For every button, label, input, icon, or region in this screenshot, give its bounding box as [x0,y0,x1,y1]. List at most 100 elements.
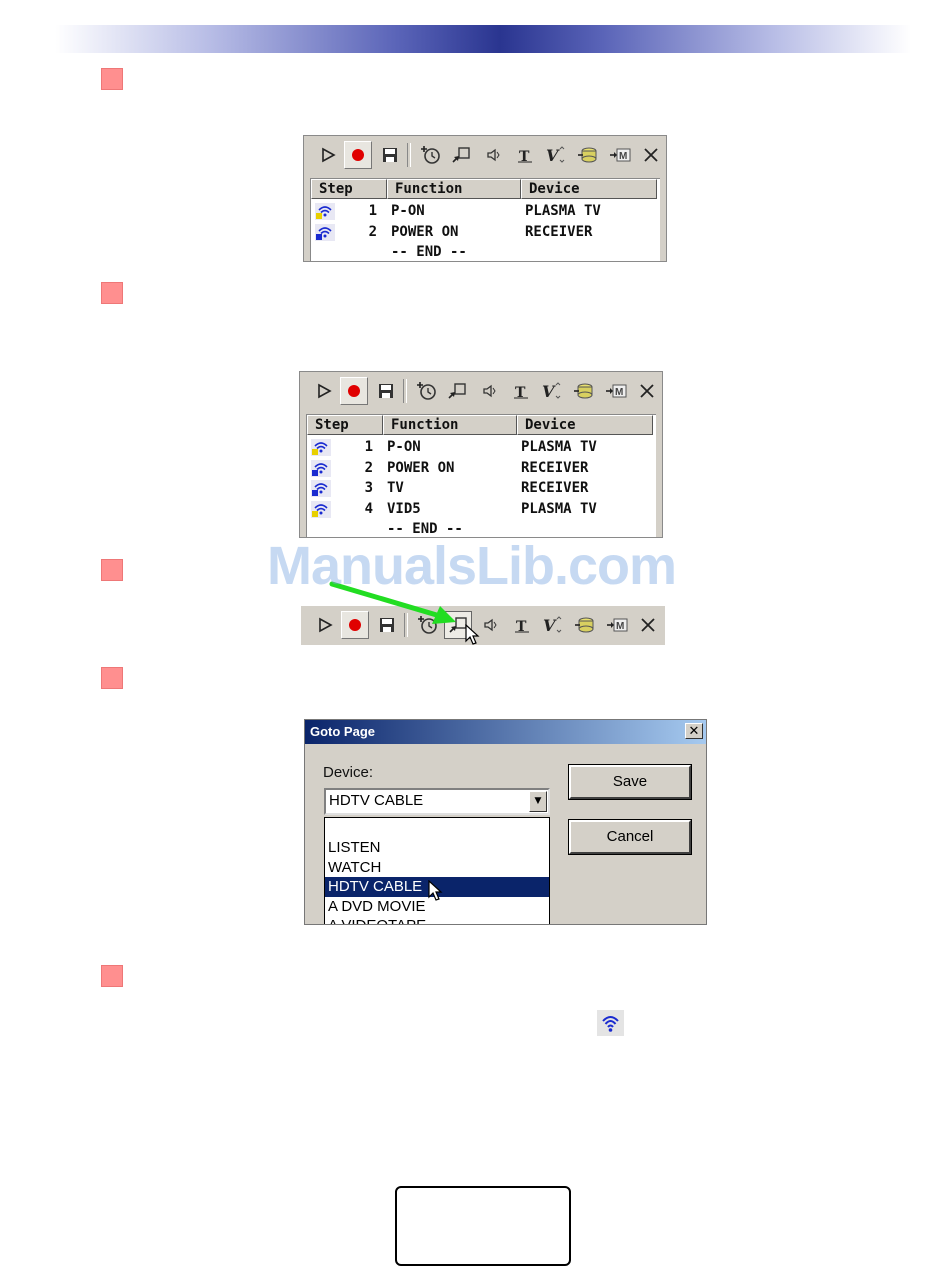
delete-icon[interactable] [637,141,665,169]
svg-text:M: M [616,621,624,632]
svg-text:T: T [515,385,526,399]
table-row[interactable]: 2 POWER ON RECEIVER [307,458,656,478]
table-row[interactable]: 1 P-ON PLASMA TV [311,201,660,221]
delete-icon[interactable] [634,611,662,639]
database-icon[interactable] [574,141,602,169]
database-icon[interactable] [570,377,598,405]
cancel-button[interactable]: Cancel [568,819,692,855]
device-name: RECEIVER [525,223,593,240]
function-name: P-ON [387,439,421,455]
goto-page-icon[interactable] [447,141,475,169]
macro-editor-panel: TV M Step Function Device 1 P-ON PLASMA TV 2… [303,135,667,262]
mouse-cursor-icon [428,880,443,901]
macro-step-list: Step Function Device 1 P-ON PLASMA TV 2 POWE… [310,178,660,261]
record-icon[interactable] [344,141,372,169]
device-name: PLASMA TV [521,439,597,455]
step-number: 2 [364,459,373,476]
macro-step-list: Step Function Device 1 P-ON PLASMA TV 2 POWE… [306,414,656,537]
toolbar-separator [407,143,411,167]
table-row[interactable]: 3 TV RECEIVER [307,478,656,498]
play-icon[interactable] [314,141,342,169]
function-name: TV [387,480,404,496]
ir-signal-icon [597,1010,624,1036]
macro-toolbar: TV M [304,136,666,172]
volume-icon[interactable]: V [542,141,570,169]
dropdown-option[interactable]: LISTEN [325,838,549,858]
mute-icon[interactable] [476,611,504,639]
device-name: PLASMA TV [521,500,597,517]
ir-signal-icon [311,480,331,497]
page-number-box [395,1186,571,1266]
goto-page-icon[interactable] [443,377,471,405]
macro-toolbar: TVM [300,372,662,408]
device-name: RECEIVER [521,459,589,476]
text-icon[interactable]: T [508,611,536,639]
function-name: POWER ON [387,459,455,476]
ir-signal-icon [311,439,331,456]
svg-text:V: V [542,382,556,400]
add-timer-icon[interactable] [412,377,440,405]
device-dropdown-list: LISTENWATCHHDTV CABLEA DVD MOVIEA VIDEOT… [324,817,550,924]
svg-text:T: T [519,149,530,163]
add-timer-icon[interactable] [416,141,444,169]
header-band [55,25,911,53]
goto-page-dialog: Goto Page ✕ Device: HDTV CABLE ▼ LISTEN W… [304,719,707,925]
table-row[interactable]: 4 VID5 PLASMA TV [307,499,656,519]
delete-icon[interactable] [633,377,661,405]
step-number: 2 [368,223,377,240]
device-name: RECEIVER [521,480,589,496]
device-select-value: HDTV CABLE [329,792,424,809]
mute-icon[interactable] [475,377,503,405]
database-icon[interactable] [571,611,599,639]
column-device[interactable]: Device [521,179,657,199]
device-name: PLASMA TV [525,203,601,219]
watermark: ManualsLib.com [267,536,677,596]
macro-icon[interactable]: M [603,611,631,639]
column-step[interactable]: Step [311,179,387,199]
svg-text:M: M [619,151,627,162]
dropdown-option[interactable]: A VIDEOTAPE [325,916,549,924]
volume-icon[interactable]: V [539,611,567,639]
text-icon[interactable]: T [511,141,539,169]
ir-signal-icon [315,223,335,241]
column-function[interactable]: Function [383,415,517,435]
dropdown-option[interactable]: WATCH [325,858,549,878]
step-number: 1 [368,203,377,219]
bullet-marker [101,282,123,304]
function-name: POWER ON [391,223,459,240]
mouse-cursor-icon [465,624,480,645]
save-icon[interactable] [376,141,404,169]
step-number: 4 [364,500,373,517]
save-icon[interactable] [372,377,400,405]
play-icon[interactable] [310,377,338,405]
mute-icon[interactable] [479,141,507,169]
ir-signal-icon [311,459,331,477]
column-step[interactable]: Step [307,415,383,435]
close-icon[interactable]: ✕ [685,723,703,739]
chevron-down-icon[interactable]: ▼ [529,791,547,812]
macro-editor-panel: TVM Step Function Device 1 P-ON PLASMA TV 2… [299,371,663,538]
table-row[interactable]: 1 P-ON PLASMA TV [307,437,656,457]
macro-icon[interactable]: M [602,377,630,405]
column-function[interactable]: Function [387,179,521,199]
svg-text:V: V [543,616,557,634]
end-marker: -- END -- [391,244,467,260]
column-device[interactable]: Device [517,415,653,435]
table-row[interactable]: 2 POWER ON RECEIVER [311,222,660,242]
toolbar-separator [403,379,407,403]
macro-icon[interactable]: M [606,141,634,169]
volume-icon[interactable]: V [538,377,566,405]
device-label: Device: [323,764,374,781]
save-button[interactable]: Save [568,764,692,800]
bullet-marker [101,965,123,987]
dialog-title: Goto Page [305,720,706,744]
function-name: P-ON [391,203,425,219]
device-select[interactable]: HDTV CABLE ▼ [324,788,550,815]
function-name: VID5 [387,500,421,517]
record-icon[interactable] [340,377,368,405]
step-number: 1 [364,439,373,455]
text-icon[interactable]: T [507,377,535,405]
step-number: 3 [364,480,373,496]
bullet-marker [101,559,123,581]
ir-signal-icon [311,500,331,518]
